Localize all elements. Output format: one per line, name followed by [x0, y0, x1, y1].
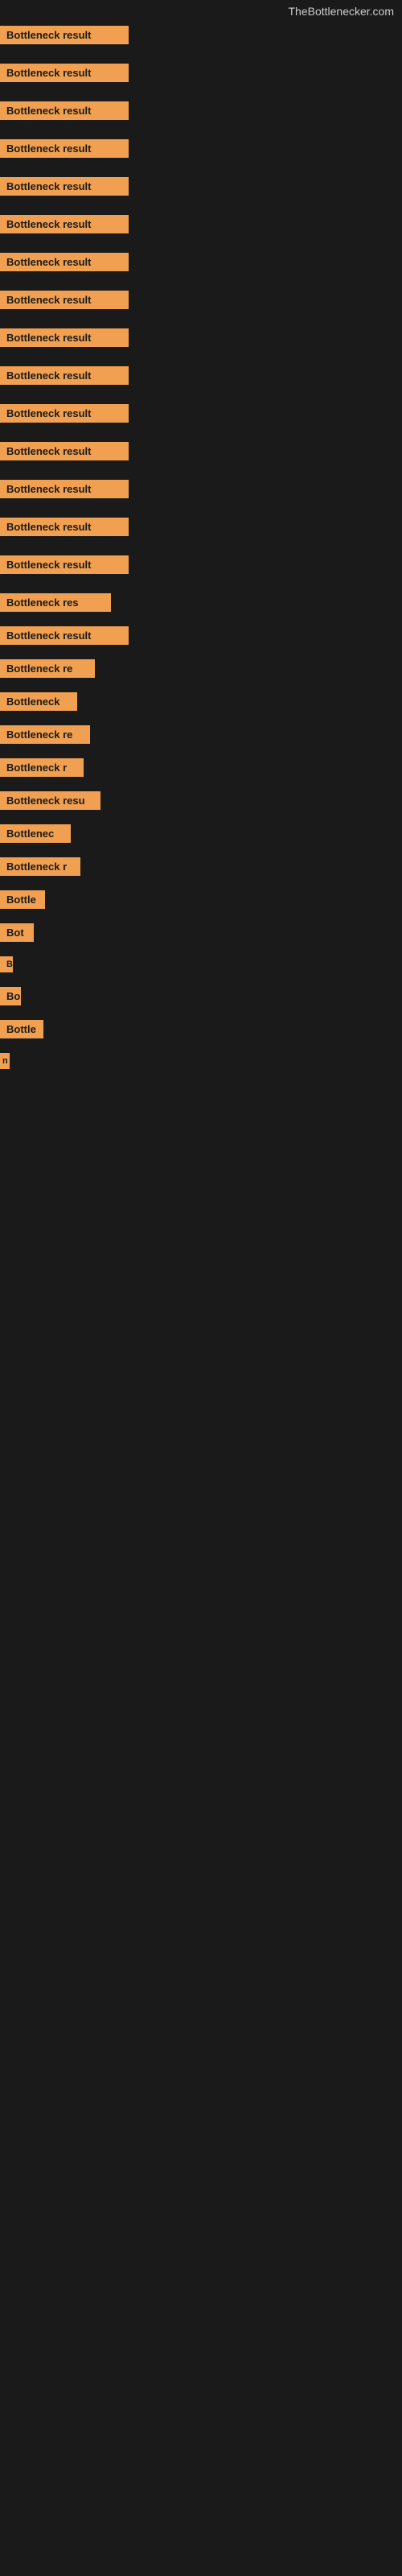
- list-item[interactable]: Bottleneck result: [0, 401, 402, 426]
- bottleneck-label: Bottleneck resu: [0, 791, 100, 810]
- list-item[interactable]: Bottleneck result: [0, 250, 402, 275]
- list-item[interactable]: Bottleneck result: [0, 514, 402, 539]
- list-item[interactable]: Bottleneck re: [0, 722, 402, 747]
- bottleneck-label: Bottleneck result: [0, 366, 129, 385]
- bottleneck-label: Bottleneck r: [0, 758, 84, 777]
- list-item[interactable]: Bottleneck result: [0, 477, 402, 502]
- list-item[interactable]: Bottleneck result: [0, 439, 402, 464]
- list-item[interactable]: B: [0, 953, 402, 976]
- list-item[interactable]: Bottleneck r: [0, 755, 402, 780]
- list-item[interactable]: Bottle: [0, 1017, 402, 1042]
- list-item[interactable]: Bottleneck r: [0, 854, 402, 879]
- bottleneck-label: Bottlenec: [0, 824, 71, 843]
- bottleneck-label: Bottle: [0, 1020, 43, 1038]
- list-item[interactable]: Bot: [0, 920, 402, 945]
- list-item[interactable]: Bottleneck result: [0, 60, 402, 85]
- list-item[interactable]: Bottleneck result: [0, 552, 402, 577]
- bottleneck-label: Bottleneck result: [0, 215, 129, 233]
- list-item[interactable]: Bottleneck re: [0, 656, 402, 681]
- bottleneck-label: Bottleneck result: [0, 442, 129, 460]
- list-item[interactable]: Bottleneck result: [0, 23, 402, 47]
- bottleneck-label: Bottleneck result: [0, 139, 129, 158]
- bottleneck-label: Bottleneck result: [0, 518, 129, 536]
- bottleneck-label: Bottleneck result: [0, 64, 129, 82]
- bottleneck-label: Bottleneck result: [0, 253, 129, 271]
- list-item[interactable]: n: [0, 1050, 402, 1072]
- bottleneck-label: Bot: [0, 923, 34, 942]
- list-item[interactable]: Bottleneck resu: [0, 788, 402, 813]
- list-item[interactable]: Bottleneck result: [0, 287, 402, 312]
- list-item[interactable]: Bottleneck result: [0, 363, 402, 388]
- bottleneck-label: Bottle: [0, 890, 45, 909]
- list-item[interactable]: Bottleneck result: [0, 212, 402, 237]
- list-item[interactable]: Bottleneck: [0, 689, 402, 714]
- bottleneck-label: Bottleneck re: [0, 725, 90, 744]
- bottleneck-label: Bottleneck result: [0, 555, 129, 574]
- list-item[interactable]: Bottleneck result: [0, 136, 402, 161]
- list-item[interactable]: Bo: [0, 984, 402, 1009]
- list-item[interactable]: Bottleneck result: [0, 623, 402, 648]
- bottleneck-list: Bottleneck result Bottleneck result Bott…: [0, 21, 402, 1072]
- bottleneck-label: Bottleneck result: [0, 480, 129, 498]
- bottleneck-label: Bottleneck result: [0, 177, 129, 196]
- bottleneck-label: Bottleneck r: [0, 857, 80, 876]
- bottleneck-label: Bottleneck result: [0, 26, 129, 44]
- bottleneck-label: Bottleneck res: [0, 593, 111, 612]
- bottleneck-label: Bo: [0, 987, 21, 1005]
- bottleneck-label: B: [0, 956, 13, 972]
- bottleneck-label: Bottleneck result: [0, 291, 129, 309]
- bottleneck-label: Bottleneck re: [0, 659, 95, 678]
- list-item[interactable]: Bottleneck result: [0, 325, 402, 350]
- bottleneck-label: Bottleneck result: [0, 101, 129, 120]
- bottleneck-label: n: [0, 1053, 10, 1069]
- list-item[interactable]: Bottle: [0, 887, 402, 912]
- list-item[interactable]: Bottlenec: [0, 821, 402, 846]
- list-item[interactable]: Bottleneck res: [0, 590, 402, 615]
- bottleneck-label: Bottleneck: [0, 692, 77, 711]
- list-item[interactable]: Bottleneck result: [0, 174, 402, 199]
- list-item[interactable]: Bottleneck result: [0, 98, 402, 123]
- bottleneck-label: Bottleneck result: [0, 328, 129, 347]
- bottleneck-label: Bottleneck result: [0, 404, 129, 423]
- site-title: TheBottlenecker.com: [0, 0, 402, 21]
- bottleneck-label: Bottleneck result: [0, 626, 129, 645]
- site-title-text: TheBottlenecker.com: [288, 5, 394, 18]
